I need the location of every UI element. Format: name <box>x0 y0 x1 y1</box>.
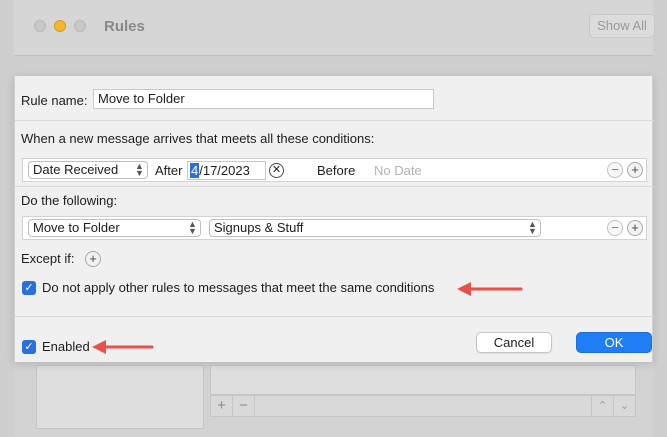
rule-name-field[interactable]: Move to Folder <box>93 89 434 109</box>
clear-date-icon[interactable]: ✕ <box>269 163 284 178</box>
add-condition-button[interactable]: + <box>627 162 643 178</box>
add-action-button[interactable]: + <box>627 220 643 236</box>
rules-list-left <box>36 365 204 429</box>
conditions-label: When a new message arrives that meets al… <box>21 131 375 146</box>
chevron-updown-icon: ▲ ▼ <box>135 161 144 178</box>
after-date-field[interactable]: 4/17/2023 <box>187 161 266 180</box>
actions-label: Do the following: <box>21 193 118 208</box>
action-type-value: Move to Folder <box>33 220 120 235</box>
after-label: After <box>155 163 183 178</box>
window-title: Rules <box>104 18 145 35</box>
ok-button[interactable]: OK <box>576 332 652 353</box>
add-exception-button[interactable]: + <box>85 251 101 267</box>
zoom-window-button[interactable] <box>74 20 86 32</box>
condition-field-value: Date Received <box>33 162 119 177</box>
add-rule-button[interactable]: + <box>211 396 233 416</box>
show-all-button[interactable]: Show All <box>589 14 655 38</box>
move-down-button[interactable]: ⌄ <box>613 396 635 416</box>
action-type-popup[interactable]: Move to Folder ▲ ▼ <box>28 219 201 237</box>
divider <box>15 120 654 121</box>
close-window-button[interactable] <box>34 20 46 32</box>
divider <box>15 186 654 187</box>
date-month-segment[interactable]: 4 <box>190 163 200 178</box>
remove-action-button[interactable]: − <box>607 220 623 236</box>
rules-list-right <box>210 365 636 395</box>
before-label: Before <box>317 163 356 178</box>
target-folder-value: Signups & Stuff <box>214 220 304 235</box>
remove-rule-button[interactable]: − <box>233 396 255 416</box>
rule-editor-sheet: Rule name: Move to Folder When a new mes… <box>14 76 654 362</box>
move-up-button[interactable]: ⌃ <box>591 396 613 416</box>
date-rest-segment[interactable]: /17/2023 <box>199 163 250 178</box>
chevron-updown-icon: ▲ ▼ <box>188 219 197 236</box>
annotation-arrow-icon <box>92 340 154 354</box>
rules-list-toolbar: + − ⌃ ⌄ <box>210 395 636 417</box>
rule-name-label: Rule name: <box>21 93 88 108</box>
enabled-label: Enabled <box>42 339 90 354</box>
chevron-updown-icon: ▲ ▼ <box>528 219 537 236</box>
condition-row: Date Received ▲ ▼ After 4/17/2023 ✕ Befor… <box>22 158 647 182</box>
no-other-rules-label: Do not apply other rules to messages tha… <box>42 280 435 295</box>
window-titlebar: Rules Show All <box>14 0 655 56</box>
divider <box>15 316 654 317</box>
before-date-field[interactable]: No Date <box>374 163 422 178</box>
cancel-button[interactable]: Cancel <box>476 332 552 353</box>
annotation-arrow-icon <box>457 282 523 296</box>
target-folder-popup[interactable]: Signups & Stuff ▲ ▼ <box>209 219 541 237</box>
except-if-label: Except if: <box>21 251 75 266</box>
condition-field-popup[interactable]: Date Received ▲ ▼ <box>28 161 148 179</box>
remove-condition-button[interactable]: − <box>607 162 623 178</box>
minimize-window-button[interactable] <box>54 20 66 32</box>
no-other-rules-checkbox[interactable]: ✓ <box>22 281 36 295</box>
action-row: Move to Folder ▲ ▼ Signups & Stuff ▲ ▼ − + <box>22 216 647 240</box>
enabled-checkbox[interactable]: ✓ <box>22 340 36 354</box>
